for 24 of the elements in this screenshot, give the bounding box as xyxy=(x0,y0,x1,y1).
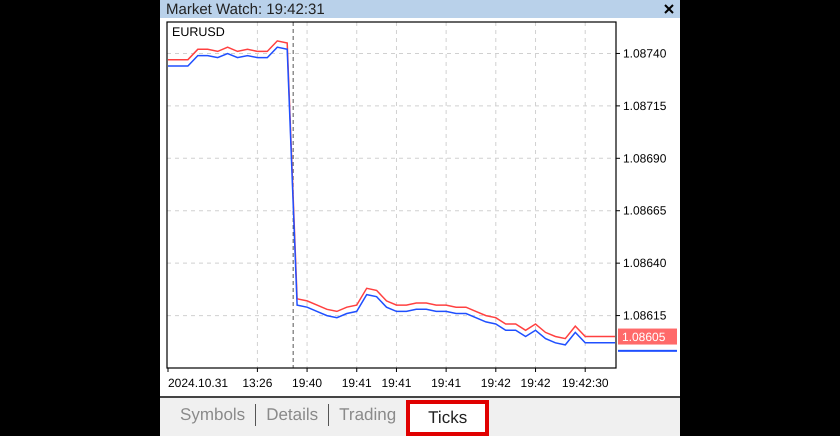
time-label: 19:42 xyxy=(520,376,551,390)
tab[interactable]: Details xyxy=(256,404,330,426)
time-label: 19:42 xyxy=(480,376,511,390)
time-label: 13:26 xyxy=(242,376,272,390)
price-tag: 1.08605 xyxy=(618,328,677,345)
price-label: 1.08715 xyxy=(623,98,666,113)
price-label: 1.08740 xyxy=(623,46,666,60)
price-label: 1.08690 xyxy=(623,151,666,166)
window-title: Market Watch: 19:42:31 xyxy=(166,0,325,18)
time-label: 19:40 xyxy=(292,376,322,390)
price-label: 1.08665 xyxy=(623,204,666,218)
symbol-label: EURUSD xyxy=(172,25,225,39)
price-label: 1.08640 xyxy=(623,256,666,270)
tab[interactable]: Symbols xyxy=(170,404,256,426)
time-label: 19:42:30 xyxy=(562,376,609,390)
bid-marker xyxy=(618,350,677,352)
price-label: 1.08615 xyxy=(623,308,666,323)
tab[interactable]: Ticks xyxy=(406,400,490,436)
time-label: 19:41 xyxy=(431,376,462,390)
time-label: 19:41 xyxy=(381,376,412,390)
date-label: 2024.10.31 xyxy=(168,376,228,390)
time-label: 19:41 xyxy=(342,376,372,390)
close-icon[interactable] xyxy=(664,4,674,14)
tab[interactable]: Trading xyxy=(329,400,406,430)
